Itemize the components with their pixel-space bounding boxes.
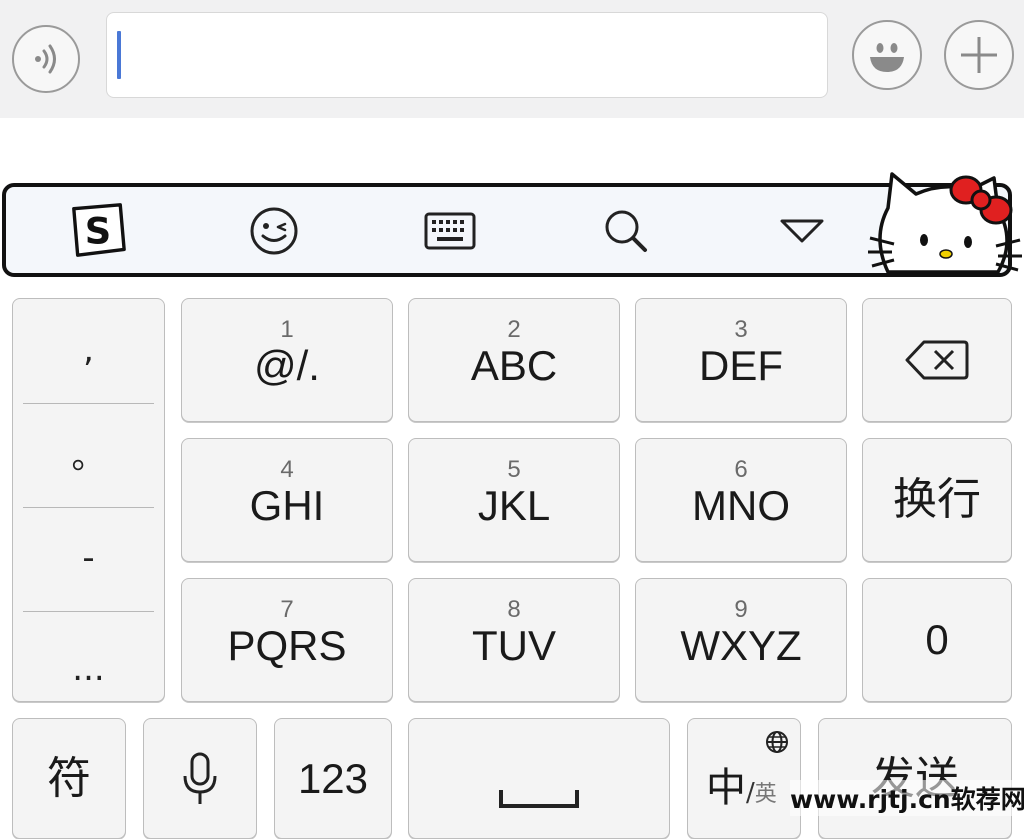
wink-emoji-icon [250,207,298,255]
symbol-key[interactable]: 符 [12,718,126,839]
language-switch-key[interactable]: 中/英 [687,718,801,839]
punct-ellipsis[interactable]: ... [13,611,164,703]
key-number: 1 [280,316,294,343]
toolbar-emoji-button[interactable] [244,205,304,257]
ime-logo-button[interactable]: S [68,203,128,257]
plus-icon [961,37,997,73]
punct-dash[interactable]: - [13,507,164,608]
microphone-icon [183,752,217,804]
key-9[interactable]: 9 WXYZ [635,578,847,702]
lang-alt: 英 [754,782,777,807]
key-6[interactable]: 6 MNO [635,438,847,562]
toolbar-collapse-button[interactable] [772,205,832,257]
key-label: JKL [477,482,551,529]
compose-bar [0,0,1024,118]
key-0[interactable]: 0 [862,578,1012,702]
toolbar-keyboard-button[interactable] [420,205,480,257]
svg-text:S: S [85,210,111,253]
key-label: 0 [925,616,949,663]
watermark-text: www.rjtj.cn软荐网 [790,780,1024,816]
lang-main: 中 [706,765,746,811]
backspace-icon [905,340,969,380]
key-number: 7 [280,596,294,623]
send-key[interactable]: 发送 [818,718,1012,839]
punct-comma[interactable]: , [13,299,164,400]
key-number: 9 [734,596,748,623]
key-number: 5 [507,456,521,483]
language-label: 中/英 [706,755,777,813]
key-label: DEF [699,342,783,389]
lang-sep: / [746,778,755,808]
message-input[interactable] [106,12,828,98]
key-label: @/. [254,342,320,389]
smiley-face-icon [870,43,904,72]
space-bar-icon [499,789,579,808]
key-8[interactable]: 8 TUV [408,578,620,702]
toolbar-search-button[interactable] [596,205,656,257]
key-1[interactable]: 1 @/. [181,298,393,422]
key-number: 4 [280,456,294,483]
key-label: WXYZ [680,622,802,669]
symbol-label: 符 [47,752,91,804]
key-label: TUV [472,622,556,669]
key-7[interactable]: 7 PQRS [181,578,393,702]
punct-period[interactable]: 。 [13,403,164,504]
voice-wave-icon [35,44,56,74]
hello-kitty-mascot [868,172,1022,274]
key-number: 3 [734,316,748,343]
key-3[interactable]: 3 DEF [635,298,847,422]
key-label: GHI [249,482,325,529]
emoji-button[interactable] [852,20,922,90]
text-caret [117,31,121,79]
triangle-down-icon [780,219,824,243]
globe-icon [766,731,788,753]
backspace-key[interactable] [862,298,1012,422]
numbers-label: 123 [297,754,369,802]
punctuation-column[interactable]: , 。 - ... [12,298,165,702]
mic-key[interactable] [143,718,257,839]
key-label: MNO [692,482,790,529]
space-key[interactable] [408,718,670,839]
numbers-key[interactable]: 123 [274,718,392,839]
key-label: ABC [470,342,558,389]
key-label: PQRS [227,622,347,669]
sogou-s-logo-icon: S [72,203,126,257]
newline-key[interactable]: 换行 [862,438,1012,562]
more-button[interactable] [944,20,1014,90]
key-5[interactable]: 5 JKL [408,438,620,562]
key-number: 6 [734,456,748,483]
key-number: 8 [507,596,521,623]
key-4[interactable]: 4 GHI [181,438,393,562]
key-2[interactable]: 2 ABC [408,298,620,422]
search-icon [605,210,647,252]
ime-toolbar: S [2,183,1012,277]
voice-button[interactable] [12,25,80,93]
keyboard-icon [424,212,476,250]
newline-label: 换行 [893,474,981,525]
key-number: 2 [507,316,521,343]
